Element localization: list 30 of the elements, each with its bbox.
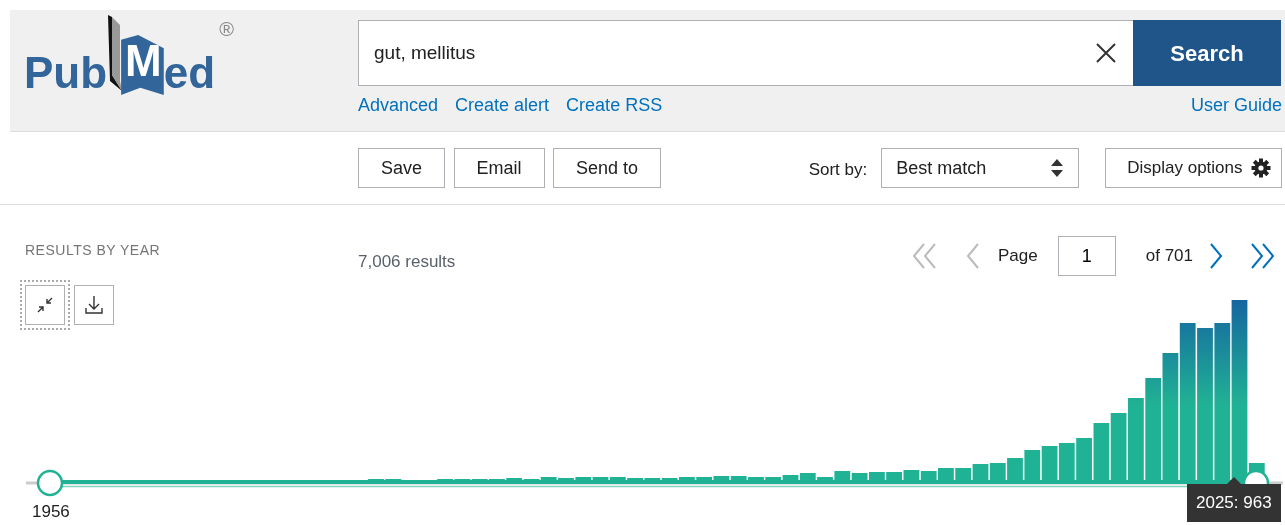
- search-field[interactable]: gut, mellitus: [358, 20, 1079, 86]
- results-count: 7,006 results: [358, 251, 456, 273]
- year-range-slider[interactable]: [26, 468, 1283, 498]
- page-label: Page: [998, 245, 1038, 268]
- action-button[interactable]: Save: [358, 148, 446, 188]
- next-page-icon[interactable]: [1209, 242, 1223, 270]
- clear-icon[interactable]: [1094, 42, 1117, 64]
- sort-caret-icon: [1050, 158, 1065, 178]
- action-button[interactable]: Email: [453, 148, 545, 188]
- user-guide-link[interactable]: User Guide: [1190, 91, 1282, 119]
- slider-handle[interactable]: [36, 469, 64, 497]
- start-year-label: 1956: [32, 501, 70, 523]
- page-total: of 701: [1145, 245, 1193, 268]
- search-link[interactable]: Create alert: [455, 91, 550, 119]
- download-button[interactable]: [73, 285, 114, 325]
- sort-select[interactable]: Best match: [881, 148, 1080, 188]
- display-options-button[interactable]: Display options: [1105, 148, 1282, 188]
- tooltip: 2025: 963: [1187, 477, 1281, 522]
- search-button[interactable]: Search: [1133, 20, 1281, 86]
- collapse-icon: [36, 296, 54, 314]
- action-button[interactable]: Send to: [553, 148, 662, 188]
- last-page-icon[interactable]: [1249, 242, 1275, 270]
- search-link[interactable]: Create RSS: [566, 91, 663, 119]
- settings-icon: [1251, 158, 1271, 178]
- page-input[interactable]: 1: [1057, 236, 1116, 276]
- section-title: RESULTS BY YEAR: [25, 241, 161, 260]
- sort-label: Sort by:: [808, 159, 868, 181]
- download-icon: [83, 295, 104, 315]
- search-link[interactable]: Advanced: [358, 91, 439, 119]
- pubmed-logo[interactable]: Pub Med ®: [24, 15, 234, 99]
